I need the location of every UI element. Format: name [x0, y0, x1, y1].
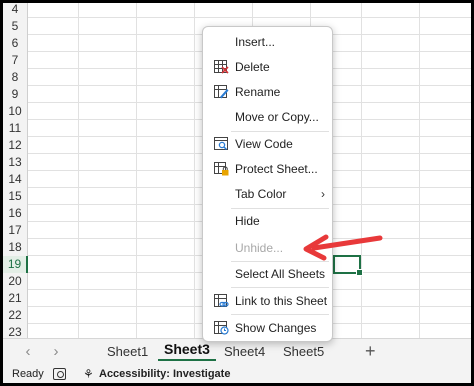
row-number[interactable]: 7 — [3, 52, 28, 69]
menu-item-label: Select All Sheets — [235, 267, 326, 281]
menu-separator — [231, 314, 329, 315]
sheet-context-menu: Insert... Delete Rename Move or Copy... … — [202, 26, 333, 342]
menu-item-label: Hide — [235, 214, 260, 228]
menu-item-rename[interactable]: Rename — [203, 81, 332, 103]
link-icon — [214, 294, 229, 307]
row-number[interactable]: 8 — [3, 69, 28, 86]
delete-sheet-icon — [214, 60, 229, 74]
menu-separator — [231, 287, 329, 288]
row-number[interactable]: 6 — [3, 35, 28, 52]
row-number[interactable]: 22 — [3, 307, 28, 324]
menu-item-delete[interactable]: Delete — [203, 56, 332, 78]
menu-separator — [231, 208, 329, 209]
row-number[interactable]: 21 — [3, 290, 28, 307]
menu-item-hide[interactable]: Hide — [203, 210, 332, 232]
menu-item-label: Show Changes — [235, 321, 317, 335]
menu-item-link-to-sheet[interactable]: Link to this Sheet — [203, 290, 332, 312]
sheet-tab[interactable]: Sheet5 — [277, 344, 330, 359]
active-cell[interactable] — [333, 255, 363, 276]
menu-item-label: Unhide... — [235, 241, 284, 255]
menu-item-protect-sheet[interactable]: Protect Sheet... — [203, 158, 332, 180]
row-number[interactable]: 13 — [3, 154, 28, 171]
sheet-tab-bar: ‹ › Sheet1 Sheet3 Sheet4 Sheet5 + — [3, 338, 471, 365]
view-code-icon — [214, 137, 228, 151]
protect-sheet-icon — [214, 162, 229, 176]
menu-item-label: Move or Copy... — [235, 110, 319, 124]
menu-item-label: Protect Sheet... — [235, 162, 318, 176]
menu-item-label: Tab Color — [235, 187, 287, 201]
sheet-tab[interactable]: Sheet4 — [218, 344, 271, 359]
menu-item-unhide: Unhide... — [203, 237, 332, 259]
macro-record-icon[interactable] — [53, 368, 66, 380]
row-number[interactable]: 4 — [3, 3, 28, 18]
row-number[interactable]: 16 — [3, 205, 28, 222]
menu-item-show-changes[interactable]: Show Changes — [203, 317, 332, 339]
row-number[interactable]: 20 — [3, 273, 28, 290]
row-number[interactable]: 5 — [3, 18, 28, 35]
menu-item-insert[interactable]: Insert... — [203, 31, 332, 53]
row-number[interactable]: 15 — [3, 188, 28, 205]
chevron-right-icon: › — [321, 187, 325, 201]
menu-separator — [231, 261, 329, 262]
row-number[interactable]: 12 — [3, 137, 28, 154]
menu-item-tab-color[interactable]: Tab Color › — [203, 183, 332, 205]
add-sheet-button[interactable]: + — [365, 341, 376, 362]
row-number[interactable]: 19 — [3, 256, 28, 273]
row-number[interactable]: 17 — [3, 222, 28, 239]
row-number[interactable]: 11 — [3, 120, 28, 137]
sheet-row[interactable]: 4 — [3, 3, 471, 18]
row-number[interactable]: 10 — [3, 103, 28, 120]
sheet-tab[interactable]: Sheet1 — [101, 344, 154, 359]
menu-item-label: Delete — [235, 60, 270, 74]
excel-window: 4 5 6 7 8 9 10 11 12 13 14 15 16 17 18 1… — [3, 3, 471, 383]
status-bar: Ready ⚘ Accessibility: Investigate — [3, 365, 471, 383]
menu-item-label: Rename — [235, 85, 281, 99]
status-ready: Ready — [12, 368, 44, 380]
row-number[interactable]: 14 — [3, 171, 28, 188]
row-number[interactable]: 18 — [3, 239, 28, 256]
row-number[interactable]: 9 — [3, 86, 28, 103]
menu-item-view-code[interactable]: View Code — [203, 133, 332, 155]
menu-separator — [231, 131, 329, 132]
sheet-tab-active[interactable]: Sheet3 — [158, 341, 216, 361]
rename-icon — [214, 85, 229, 99]
menu-item-label: View Code — [235, 137, 293, 151]
menu-item-label: Link to this Sheet — [235, 294, 328, 308]
menu-item-select-all-sheets[interactable]: Select All Sheets — [203, 263, 332, 285]
menu-item-label: Insert... — [235, 35, 276, 49]
menu-item-move-or-copy[interactable]: Move or Copy... — [203, 106, 332, 128]
next-sheet-button[interactable]: › — [48, 343, 64, 360]
show-changes-icon — [214, 321, 229, 335]
prev-sheet-button[interactable]: ‹ — [20, 343, 36, 360]
accessibility-status[interactable]: Accessibility: Investigate — [99, 365, 230, 383]
accessibility-icon[interactable]: ⚘ — [83, 365, 94, 383]
